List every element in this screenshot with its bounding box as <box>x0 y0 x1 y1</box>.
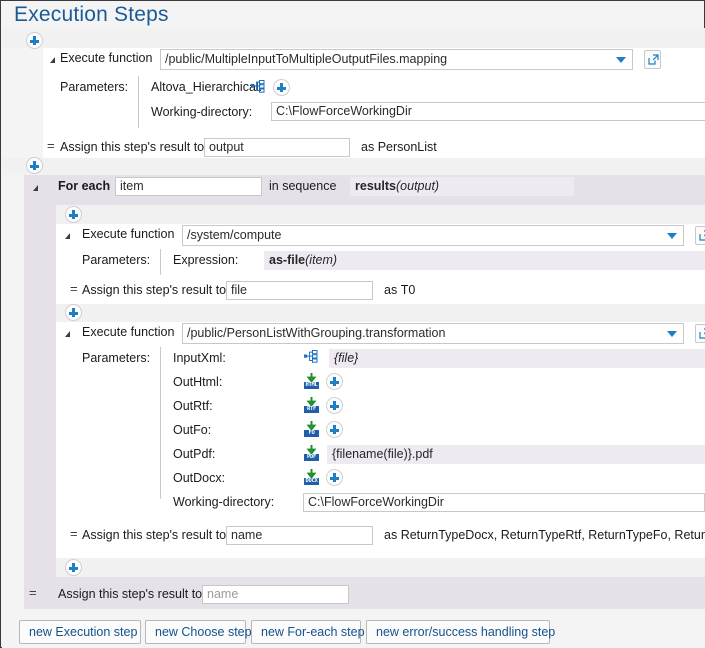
add-param-button-outhtml[interactable] <box>326 373 343 390</box>
assign-glyph-2: = <box>70 281 78 296</box>
add-step-button-inner-3[interactable] <box>65 559 82 576</box>
inputxml-value[interactable]: {file} <box>329 349 705 368</box>
collapse-toggle-step1[interactable] <box>50 57 55 63</box>
result-as-label-3: as ReturnTypeDocx, ReturnTypeRtf, Return… <box>384 528 705 542</box>
param-label-outdocx: OutDocx: <box>173 471 225 485</box>
add-step-button-inner-1[interactable] <box>65 206 82 223</box>
for-each-sequence-expression[interactable]: results(output) <box>350 177 574 196</box>
execution-steps-panel: Execution Steps Execute function /public… <box>0 0 705 648</box>
outpdf-value[interactable]: {filename(file)}.pdf <box>327 445 705 464</box>
param-label-inputxml: InputXml: <box>173 351 226 365</box>
param-label-outrtf: OutRtf: <box>173 399 213 413</box>
for-each-label: For each <box>58 179 110 193</box>
new-for-each-step-button[interactable]: new For-each step <box>251 620 361 644</box>
insert-strip-inner-1 <box>56 205 705 224</box>
param-label-outhtml: OutHtml: <box>173 375 222 389</box>
fo-download-icon-tag: FO <box>304 430 319 437</box>
new-error-success-handling-step-button[interactable]: new error/success handling step <box>366 620 550 644</box>
function-combo-3[interactable]: /public/PersonListWithGrouping.transform… <box>182 323 684 344</box>
working-directory-input-1[interactable]: C:\FlowForceWorkingDir <box>271 102 705 121</box>
docx-download-icon-tag: DOCX <box>304 478 319 485</box>
xml-structure-icon-inputxml <box>304 350 318 363</box>
param-label-working-directory-3: Working-directory: <box>173 495 274 509</box>
execute-function-label-1: Execute function <box>60 51 152 65</box>
result-variable-input-2[interactable]: file <box>226 281 373 300</box>
final-assign-row: = Assign this step's result to name <box>24 577 705 609</box>
sequence-function-arg: (output) <box>396 179 439 193</box>
insert-strip-2 <box>2 158 705 175</box>
parameters-label-3: Parameters: <box>82 351 150 365</box>
param-label-altova-hierarchical: Altova_Hierarchical: <box>151 80 262 94</box>
html-download-icon: HTML <box>304 373 319 389</box>
rtf-download-icon: RTF <box>304 397 319 413</box>
parameters-label-1: Parameters: <box>60 80 128 94</box>
add-param-button-altova-hierarchical[interactable] <box>273 79 290 96</box>
collapse-toggle-step2[interactable] <box>65 233 70 239</box>
assign-label-2: Assign this step's result to <box>82 283 226 297</box>
assign-glyph-final: = <box>29 585 37 600</box>
expression-function-name: as-file <box>269 253 305 267</box>
page-title: Execution Steps <box>14 3 169 27</box>
add-param-button-outrtf[interactable] <box>326 397 343 414</box>
assign-glyph-3: = <box>70 526 78 541</box>
parameters-divider-2 <box>160 249 161 275</box>
collapse-toggle-step3[interactable] <box>65 331 70 337</box>
result-as-label-2: as T0 <box>384 283 415 297</box>
pdf-download-icon: PDF <box>304 445 319 461</box>
function-combo-2[interactable]: /system/compute <box>182 225 684 246</box>
param-label-outpdf: OutPdf: <box>173 447 215 461</box>
rtf-download-icon-tag: RTF <box>304 406 319 413</box>
add-param-button-outfo[interactable] <box>326 421 343 438</box>
parameters-divider-3 <box>160 347 161 499</box>
param-label-outfo: OutFo: <box>173 423 211 437</box>
step-toolbar: new Execution step new Choose step new F… <box>2 609 705 648</box>
execution-step-1: Execute function /public/MultipleInputTo… <box>43 48 705 158</box>
pdf-download-icon-tag: PDF <box>304 454 319 461</box>
parameters-divider-1 <box>138 76 139 128</box>
assign-label-3: Assign this step's result to <box>82 528 226 542</box>
new-execution-step-button[interactable]: new Execution step <box>19 620 141 644</box>
fo-download-icon: FO <box>304 421 319 437</box>
insert-strip-inner-2 <box>56 304 705 322</box>
open-function-button-1[interactable] <box>644 50 661 69</box>
execution-step-2: Execute function /system/compute Paramet… <box>56 224 705 304</box>
result-variable-input-3[interactable]: name <box>226 526 373 545</box>
result-variable-input-1[interactable]: output <box>204 138 350 157</box>
insert-strip-inner-3 <box>56 558 705 577</box>
sequence-function-name: results <box>355 179 396 193</box>
execute-function-label-2: Execute function <box>82 227 174 241</box>
assign-glyph-1: = <box>47 138 55 153</box>
add-param-button-outdocx[interactable] <box>326 469 343 486</box>
chevron-down-icon-3[interactable] <box>667 331 677 337</box>
chevron-down-icon-2[interactable] <box>667 233 677 239</box>
execution-step-3: Execute function /public/PersonListWithG… <box>56 322 705 558</box>
open-function-button-3[interactable] <box>695 324 705 343</box>
function-combo-1[interactable]: /public/MultipleInputToMultipleOutputFil… <box>160 49 633 70</box>
open-function-button-2[interactable] <box>695 226 705 245</box>
chevron-down-icon-1[interactable] <box>616 57 626 63</box>
final-result-variable-input[interactable]: name <box>202 585 349 604</box>
add-step-button-top[interactable] <box>26 32 43 49</box>
for-each-step: For each item in sequence results(output… <box>24 175 705 577</box>
param-label-expression: Expression: <box>173 253 238 267</box>
html-download-icon-tag: HTML <box>304 382 319 389</box>
for-each-variable-input[interactable]: item <box>115 177 262 196</box>
xml-structure-icon <box>251 80 265 93</box>
parameters-label-2: Parameters: <box>82 253 150 267</box>
expression-function-arg: (item) <box>305 253 337 267</box>
collapse-toggle-foreach[interactable] <box>33 185 38 191</box>
in-sequence-label: in sequence <box>269 179 336 193</box>
assign-label-final: Assign this step's result to <box>58 587 202 601</box>
add-step-button-2[interactable] <box>26 157 43 174</box>
assign-label-1: Assign this step's result to <box>60 140 204 154</box>
param-label-working-directory-1: Working-directory: <box>151 105 252 119</box>
add-step-button-inner-2[interactable] <box>65 304 82 321</box>
new-choose-step-button[interactable]: new Choose step <box>145 620 246 644</box>
docx-download-icon: DOCX <box>304 469 319 485</box>
expression-value[interactable]: as-file(item) <box>264 251 705 270</box>
working-directory-input-3[interactable]: C:\FlowForceWorkingDir <box>303 493 705 512</box>
execute-function-label-3: Execute function <box>82 325 174 339</box>
insert-strip-top <box>2 28 705 48</box>
result-as-label-1: as PersonList <box>361 140 437 154</box>
